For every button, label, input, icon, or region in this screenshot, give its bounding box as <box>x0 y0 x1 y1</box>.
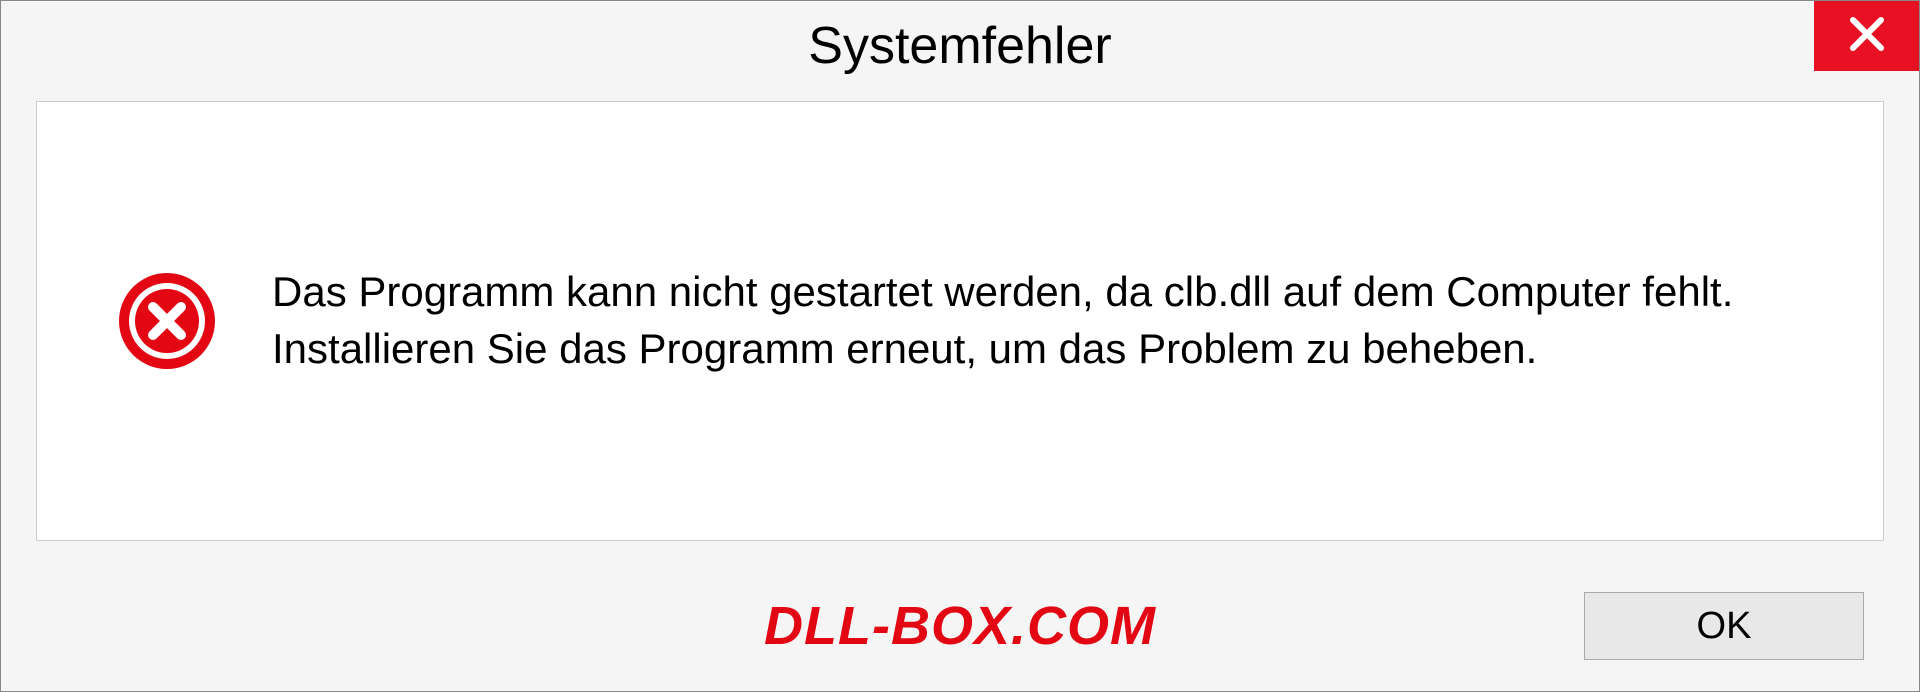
dialog-title: Systemfehler <box>808 16 1111 76</box>
content-area: Das Programm kann nicht gestartet werden… <box>36 101 1884 541</box>
watermark-text: DLL-BOX.COM <box>764 595 1156 657</box>
error-message: Das Programm kann nicht gestartet werden… <box>272 264 1823 377</box>
error-dialog: Systemfehler Das Programm kann nicht ges… <box>0 0 1920 692</box>
error-icon <box>117 271 217 371</box>
close-icon <box>1847 14 1887 59</box>
footer: DLL-BOX.COM OK <box>1 561 1919 691</box>
ok-button[interactable]: OK <box>1584 592 1864 660</box>
close-button[interactable] <box>1814 1 1919 71</box>
titlebar: Systemfehler <box>1 1 1919 91</box>
